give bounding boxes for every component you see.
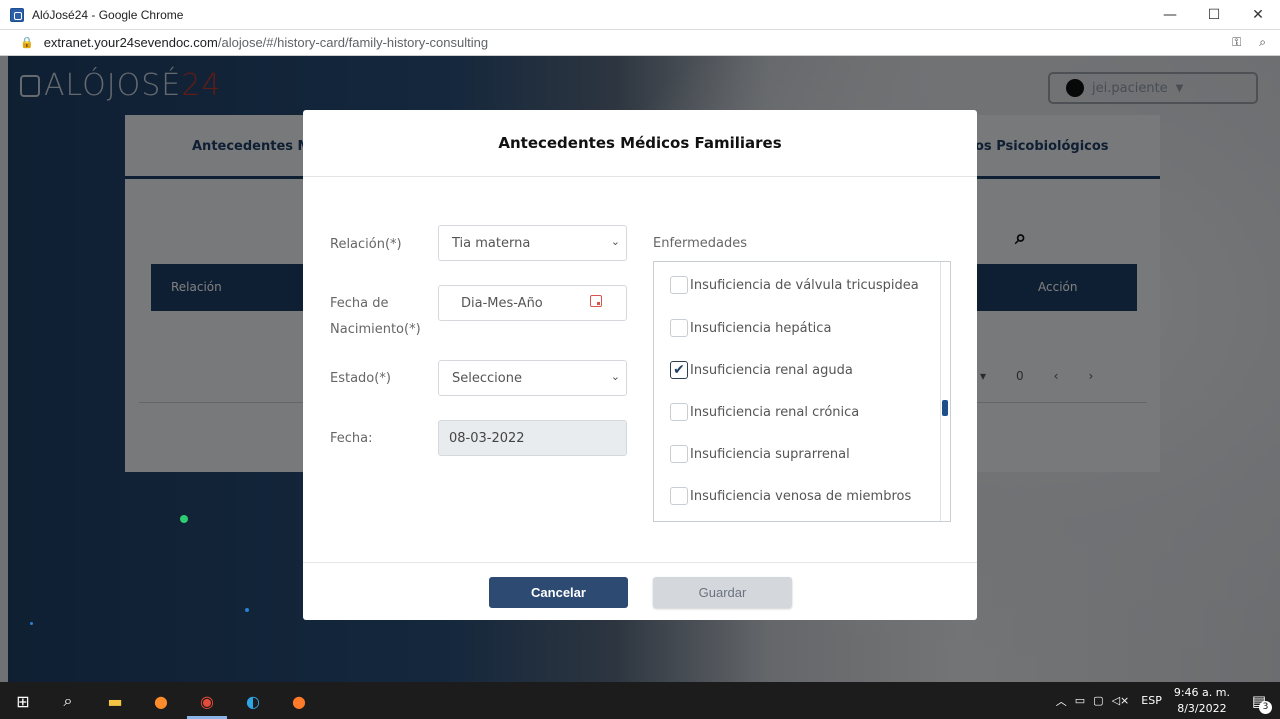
chrome-icon[interactable]: ◉ xyxy=(194,688,220,714)
relation-label: Relación(*) xyxy=(330,237,402,252)
file-explorer-icon[interactable]: ▬ xyxy=(102,688,128,714)
checkbox[interactable] xyxy=(670,276,688,294)
lock-icon[interactable]: 🔒 xyxy=(20,36,34,49)
checkbox-checked[interactable]: ✔ xyxy=(670,361,688,379)
family-history-modal: Antecedentes Médicos Familiares Relación… xyxy=(303,110,977,620)
diseases-label: Enfermedades xyxy=(653,236,748,251)
decorative-dot xyxy=(30,622,33,625)
firefox-icon[interactable]: ● xyxy=(148,688,174,714)
search-icon[interactable]: ⌕ xyxy=(55,688,81,714)
date-field: 08-03-2022 xyxy=(438,420,627,456)
volume-icon[interactable]: ◁× xyxy=(1112,694,1130,707)
diseases-list[interactable]: Insuficiencia de válvula tricuspidea Ins… xyxy=(653,261,951,522)
app-icon[interactable]: ● xyxy=(286,688,312,714)
system-tray: ︿ ▭ ▢ ◁× ESP 9:46 a. m. 8/3/2022 ▤ 3 xyxy=(1056,682,1280,719)
battery-icon[interactable]: ▭ xyxy=(1075,694,1085,707)
checkbox[interactable] xyxy=(670,319,688,337)
maximize-button[interactable]: ☐ xyxy=(1192,0,1236,30)
chevron-up-icon[interactable]: ︿ xyxy=(1056,693,1067,709)
cancel-button[interactable]: Cancelar xyxy=(489,577,628,608)
notification-count: 3 xyxy=(1259,700,1272,714)
calendar-icon[interactable] xyxy=(590,295,602,307)
save-button[interactable]: Guardar xyxy=(653,577,792,608)
windows-taskbar: ⊞ ⌕ ▬ ● ◉ ◐ ● ︿ ▭ ▢ ◁× ESP 9:46 a. m. 8/… xyxy=(0,682,1280,719)
birth-date-label-line1: Fecha de xyxy=(330,296,389,311)
clock[interactable]: 9:46 a. m. 8/3/2022 xyxy=(1174,685,1230,717)
url-text[interactable]: extranet.your24sevendoc.com/alojose/#/hi… xyxy=(44,35,488,50)
window-title: AlóJosé24 - Google Chrome xyxy=(32,7,184,22)
state-label: Estado(*) xyxy=(330,371,391,386)
close-button[interactable]: ✕ xyxy=(1236,0,1280,30)
notification-icon[interactable]: ▤ 3 xyxy=(1244,686,1274,716)
scrollbar-thumb[interactable] xyxy=(942,400,948,416)
windows-start-icon[interactable]: ⊞ xyxy=(10,688,36,714)
disease-item[interactable]: Insuficiencia suprarrenal xyxy=(670,445,850,463)
disease-item[interactable]: Insuficiencia de válvula tricuspidea xyxy=(670,276,919,294)
decorative-dot xyxy=(180,515,188,523)
birth-date-label-line2: Nacimiento(*) xyxy=(330,322,421,337)
disease-item[interactable]: Insuficiencia renal crónica xyxy=(670,403,859,421)
edge-icon[interactable]: ◐ xyxy=(240,688,266,714)
minimize-button[interactable]: — xyxy=(1148,0,1192,30)
zoom-icon[interactable]: ⌕ xyxy=(1259,35,1266,50)
modal-title: Antecedentes Médicos Familiares xyxy=(498,134,782,152)
checkbox[interactable] xyxy=(670,445,688,463)
key-icon[interactable]: ⚿ xyxy=(1232,35,1241,50)
checkbox[interactable] xyxy=(670,403,688,421)
relation-select[interactable]: Tia materna ⌄ xyxy=(438,225,627,261)
modal-header: Antecedentes Médicos Familiares xyxy=(303,110,977,177)
modal-footer: Cancelar Guardar xyxy=(303,562,977,620)
date-label: Fecha: xyxy=(330,431,373,446)
checkbox[interactable] xyxy=(670,487,688,505)
chevron-down-icon: ⌄ xyxy=(610,235,620,248)
disease-item[interactable]: Insuficiencia venosa de miembros xyxy=(670,487,911,505)
state-select[interactable]: Seleccione ⌄ xyxy=(438,360,627,396)
disease-item[interactable]: ✔ Insuficiencia renal aguda xyxy=(670,361,853,379)
decorative-dot xyxy=(245,608,249,612)
browser-title-bar: AlóJosé24 - Google Chrome — ☐ ✕ xyxy=(0,0,1280,30)
birth-date-input[interactable]: Dia-Mes-Año xyxy=(438,285,627,321)
address-bar[interactable]: 🔒 extranet.your24sevendoc.com/alojose/#/… xyxy=(0,30,1280,56)
network-icon[interactable]: ▢ xyxy=(1093,694,1103,707)
language-indicator[interactable]: ESP xyxy=(1141,694,1162,707)
app-favicon-icon xyxy=(10,7,24,22)
diseases-scrollbar[interactable] xyxy=(940,262,950,521)
disease-item[interactable]: Insuficiencia hepática xyxy=(670,319,831,337)
chevron-down-icon: ⌄ xyxy=(610,370,620,383)
